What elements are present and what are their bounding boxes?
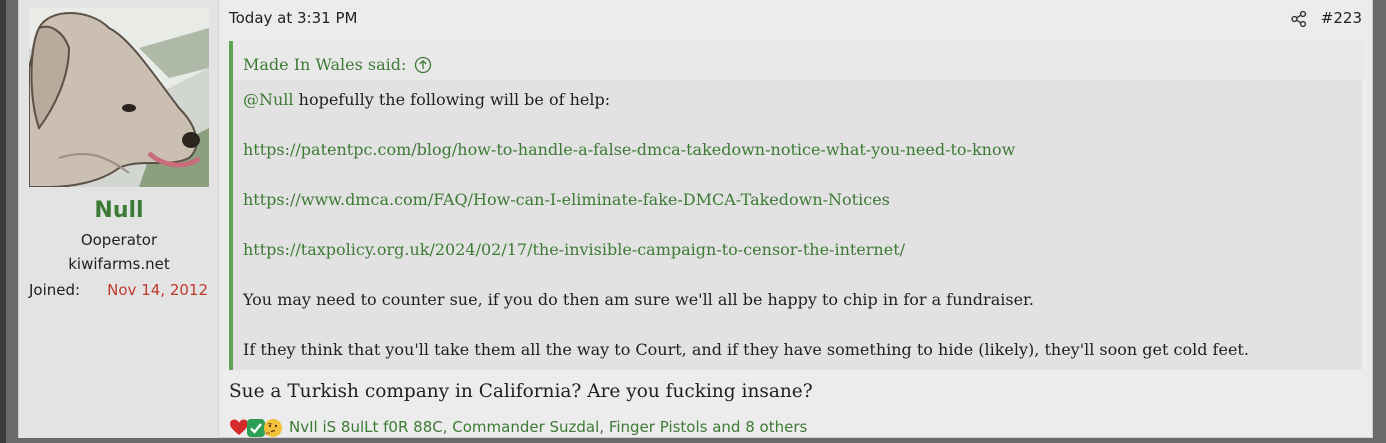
- quote-attribution[interactable]: Made In Wales said:: [243, 55, 406, 74]
- share-icon[interactable]: [1290, 10, 1308, 28]
- user-mention[interactable]: @Null: [243, 90, 294, 109]
- quote-link-line: https://patentpc.com/blog/how-to-handle-…: [243, 139, 1362, 189]
- quote-paragraph: You may need to counter sue, if you do t…: [243, 290, 1035, 309]
- post-message: Sue a Turkish company in California? Are…: [229, 381, 813, 402]
- quote-block: Made In Wales said: @Null hopefully the …: [229, 41, 1362, 370]
- reaction-icons[interactable]: [229, 416, 287, 438]
- post-main: Today at 3:31 PM #223 Made In Wales said…: [229, 0, 1372, 438]
- quote-header: Made In Wales said:: [233, 41, 1362, 80]
- user-title: Ooperator: [80, 231, 158, 249]
- forum-post: Null Ooperator kiwifarms.net Joined: Nov…: [18, 0, 1373, 438]
- quote-intro-text: hopefully the following will be of help:: [293, 90, 611, 109]
- quote-body: @Null hopefully the following will be of…: [233, 80, 1362, 389]
- avatar[interactable]: [29, 8, 209, 187]
- arrow-up-circle-icon[interactable]: [414, 56, 432, 74]
- left-page-edge: [0, 0, 6, 443]
- user-info-panel: Null Ooperator kiwifarms.net Joined: Nov…: [19, 0, 219, 438]
- quote-link-taxpolicy[interactable]: https://taxpolicy.org.uk/2024/02/17/the-…: [243, 240, 905, 259]
- quote-intro-line: @Null hopefully the following will be of…: [243, 89, 1362, 139]
- user-site: kiwifarms.net: [68, 255, 170, 273]
- quote-link-dmca[interactable]: https://www.dmca.com/FAQ/How-can-I-elimi…: [243, 190, 890, 209]
- quote-link-line: https://www.dmca.com/FAQ/How-can-I-elimi…: [243, 189, 1362, 239]
- username[interactable]: Null: [19, 198, 219, 223]
- joined-label: Joined:: [29, 281, 81, 299]
- reaction-users-link[interactable]: NvIl iS 8ulLt f0R 88C, Commander Suzdal,…: [289, 418, 807, 436]
- post-date[interactable]: Today at 3:31 PM: [229, 9, 357, 27]
- thinking-face-icon: [264, 419, 282, 437]
- quote-link-patentpc[interactable]: https://patentpc.com/blog/how-to-handle-…: [243, 140, 1015, 159]
- avatar-dog-icon: [29, 8, 209, 187]
- post-number-link[interactable]: #223: [1321, 9, 1362, 27]
- quote-link-line: https://taxpolicy.org.uk/2024/02/17/the-…: [243, 239, 1362, 289]
- joined-date: Nov 14, 2012: [107, 281, 208, 299]
- reactions-bar: NvIl iS 8ulLt f0R 88C, Commander Suzdal,…: [229, 416, 807, 438]
